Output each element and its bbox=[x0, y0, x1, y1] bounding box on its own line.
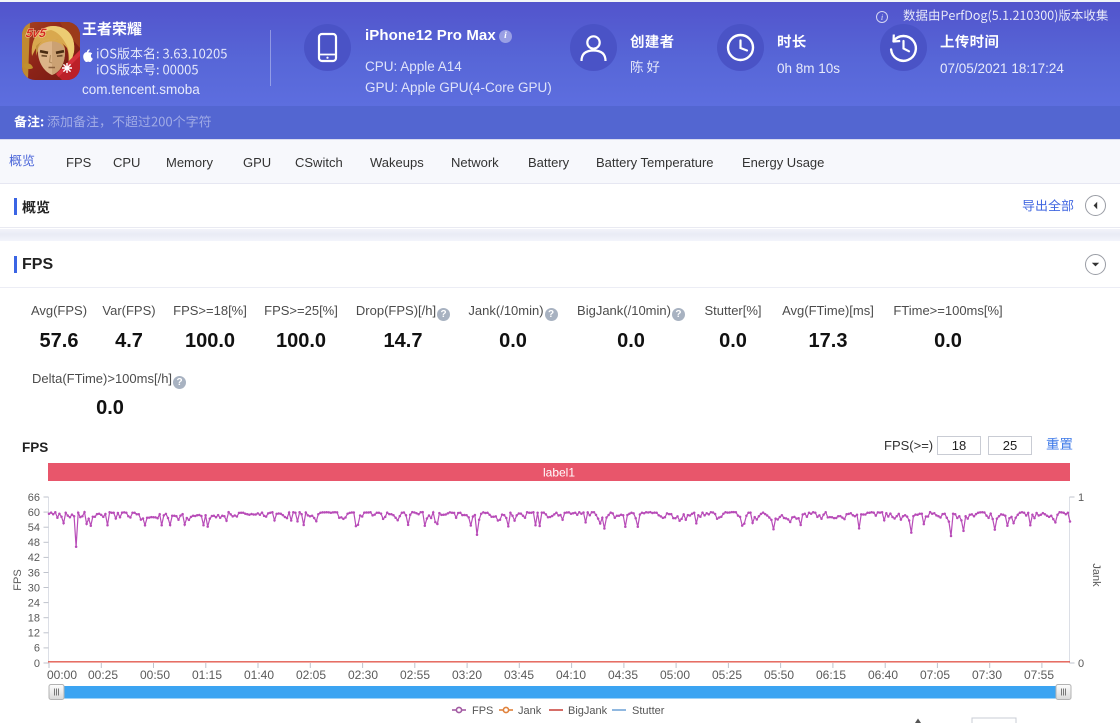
svg-text:0: 0 bbox=[1078, 658, 1084, 670]
svg-text:01:40: 01:40 bbox=[244, 668, 274, 682]
svg-text:BigJank: BigJank bbox=[568, 705, 608, 717]
svg-text:18: 18 bbox=[28, 613, 40, 625]
svg-text:07:55: 07:55 bbox=[1024, 668, 1054, 682]
svg-text:42: 42 bbox=[28, 552, 40, 564]
svg-text:04:10: 04:10 bbox=[556, 668, 586, 682]
svg-text:04:35: 04:35 bbox=[608, 668, 638, 682]
svg-text:00:25: 00:25 bbox=[88, 668, 118, 682]
svg-text:07:30: 07:30 bbox=[972, 668, 1002, 682]
svg-text:30: 30 bbox=[28, 582, 40, 594]
svg-text:12: 12 bbox=[28, 628, 40, 640]
svg-text:05:00: 05:00 bbox=[660, 668, 690, 682]
svg-text:00:50: 00:50 bbox=[140, 668, 170, 682]
svg-text:01:15: 01:15 bbox=[192, 668, 222, 682]
svg-text:06:15: 06:15 bbox=[816, 668, 846, 682]
svg-text:60: 60 bbox=[28, 507, 40, 519]
svg-text:06:40: 06:40 bbox=[868, 668, 898, 682]
svg-text:1: 1 bbox=[1078, 492, 1084, 504]
svg-text:FPS: FPS bbox=[12, 569, 24, 590]
svg-text:Stutter: Stutter bbox=[632, 705, 665, 717]
svg-text:54: 54 bbox=[28, 522, 40, 534]
svg-text:Jank: Jank bbox=[518, 705, 542, 717]
svg-text:07:05: 07:05 bbox=[920, 668, 950, 682]
svg-text:24: 24 bbox=[28, 597, 40, 609]
svg-text:03:20: 03:20 bbox=[452, 668, 482, 682]
svg-text:36: 36 bbox=[28, 567, 40, 579]
svg-text:FPS: FPS bbox=[472, 705, 493, 717]
svg-text:00:00: 00:00 bbox=[47, 668, 77, 682]
svg-text:66: 66 bbox=[28, 492, 40, 504]
svg-text:6: 6 bbox=[34, 643, 40, 655]
svg-text:05:25: 05:25 bbox=[712, 668, 742, 682]
svg-text:Jank: Jank bbox=[1090, 563, 1102, 587]
svg-text:0: 0 bbox=[34, 658, 40, 670]
svg-text:label1: label1 bbox=[543, 466, 575, 480]
svg-text:02:30: 02:30 bbox=[348, 668, 378, 682]
svg-text:05:50: 05:50 bbox=[764, 668, 794, 682]
svg-text:03:45: 03:45 bbox=[504, 668, 534, 682]
svg-text:02:55: 02:55 bbox=[400, 668, 430, 682]
svg-text:02:05: 02:05 bbox=[296, 668, 326, 682]
svg-text:48: 48 bbox=[28, 537, 40, 549]
